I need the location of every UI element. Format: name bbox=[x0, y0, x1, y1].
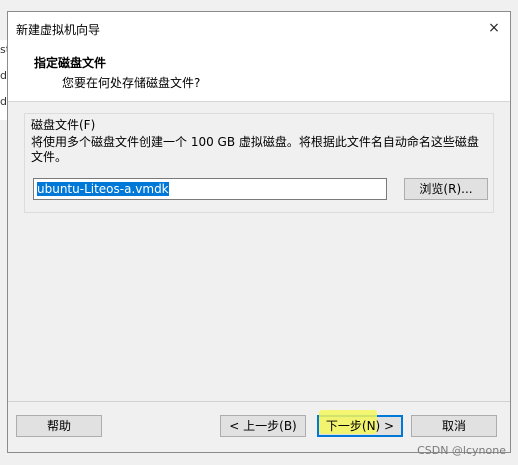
disk-file-label: 磁盘文件(F) bbox=[31, 118, 96, 132]
disk-file-description: 将使用多个磁盘文件创建一个 100 GB 虚拟磁盘。将根据此文件名自动命名这些磁… bbox=[31, 135, 479, 164]
screen: st de de 新建虚拟机向导 × 指定磁盘文件 您要在何处存储磁盘文件? 磁… bbox=[0, 0, 518, 465]
wizard-header: 指定磁盘文件 您要在何处存储磁盘文件? bbox=[8, 44, 510, 102]
new-vm-wizard-dialog: 新建虚拟机向导 × 指定磁盘文件 您要在何处存储磁盘文件? 磁盘文件(F) 将使… bbox=[7, 11, 511, 453]
page-subtitle: 您要在何处存储磁盘文件? bbox=[62, 76, 201, 90]
disk-file-group: 磁盘文件(F) 将使用多个磁盘文件创建一个 100 GB 虚拟磁盘。将根据此文件… bbox=[24, 113, 494, 213]
title-bar: 新建虚拟机向导 × bbox=[8, 12, 510, 44]
next-button[interactable]: 下一步(N) > bbox=[317, 410, 403, 437]
watermark: CSDN @lcynone bbox=[417, 444, 506, 457]
page-title: 指定磁盘文件 bbox=[34, 56, 107, 70]
close-icon[interactable]: × bbox=[482, 16, 506, 40]
disk-file-input[interactable]: ubuntu-Liteos-a.vmdk bbox=[33, 178, 387, 200]
disk-file-value: ubuntu-Liteos-a.vmdk bbox=[37, 182, 169, 196]
browse-button[interactable]: 浏览(R)... bbox=[404, 178, 488, 200]
footer-divider bbox=[8, 401, 510, 402]
dialog-title: 新建虚拟机向导 bbox=[16, 23, 101, 37]
back-button[interactable]: < 上一步(B) bbox=[220, 415, 306, 437]
cancel-button[interactable]: 取消 bbox=[411, 415, 497, 437]
help-button[interactable]: 帮助 bbox=[16, 415, 102, 437]
next-button-label: 下一步(N) > bbox=[325, 419, 395, 433]
